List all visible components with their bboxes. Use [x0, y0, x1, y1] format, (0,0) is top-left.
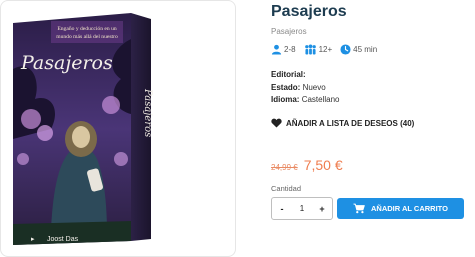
estado-value: Nuevo — [302, 82, 326, 92]
clock-icon — [340, 44, 351, 55]
time-stat: 45 min — [340, 44, 377, 55]
quantity-input[interactable]: 1 — [300, 204, 304, 213]
product-specs: Editorial: Estado: Nuevo Idioma: Castell… — [271, 69, 340, 107]
idioma-value: Castellano — [301, 95, 340, 104]
quantity-label: Cantidad — [271, 184, 302, 193]
players-value: 2-8 — [284, 45, 296, 54]
product-stats: 2-8 12+ 45 min — [271, 44, 385, 55]
group-icon — [304, 44, 316, 55]
age-stat: 12+ — [304, 44, 333, 55]
person-icon — [271, 44, 282, 55]
estado-label: Estado: — [271, 82, 301, 92]
box-author: Joost Das — [47, 236, 79, 243]
age-value: 12+ — [318, 45, 333, 54]
cart-icon — [353, 203, 365, 214]
product-title: Pasajeros — [271, 3, 347, 20]
product-subtitle: Pasajeros — [271, 27, 307, 36]
wishlist-label: AÑADIR A LISTA DE DESEOS (40) — [286, 118, 415, 128]
game-box-image: Engaño y deducción en un mundo más allá … — [13, 13, 153, 245]
players-stat: 2-8 — [271, 44, 296, 55]
editorial-label: Editorial: — [271, 70, 306, 79]
box-spine-title: Pasajeros — [142, 88, 153, 137]
box-tagline-line2: mundo más allá del nuestro — [56, 34, 118, 40]
current-price: 7,50 € — [303, 157, 343, 173]
price-block: 24,99 € 7,50 € — [271, 157, 343, 173]
time-value: 45 min — [353, 45, 378, 54]
quantity-stepper[interactable]: - 1 + — [271, 197, 333, 220]
add-to-cart-button[interactable]: AÑADIR AL CARRITO — [337, 198, 464, 219]
spec-idioma: Idioma: Castellano — [271, 94, 340, 107]
idioma-label: Idioma: — [271, 95, 300, 104]
box-author-marker-icon: ▸ — [31, 236, 35, 243]
old-price: 24,99 € — [271, 163, 298, 172]
add-to-wishlist-link[interactable]: AÑADIR A LISTA DE DESEOS (40) — [271, 118, 414, 128]
box-tagline-line1: Engaño y deducción en un — [57, 26, 117, 32]
quantity-increase-button[interactable]: + — [316, 204, 328, 214]
box-logo: Pasajeros — [20, 52, 113, 74]
spec-editorial: Editorial: — [271, 69, 340, 82]
add-to-cart-label: AÑADIR AL CARRITO — [371, 204, 448, 213]
quantity-decrease-button[interactable]: - — [276, 204, 288, 214]
heart-icon — [271, 118, 282, 128]
product-image-card[interactable]: Engaño y deducción en un mundo más allá … — [0, 0, 236, 257]
spec-estado: Estado: Nuevo — [271, 82, 340, 95]
